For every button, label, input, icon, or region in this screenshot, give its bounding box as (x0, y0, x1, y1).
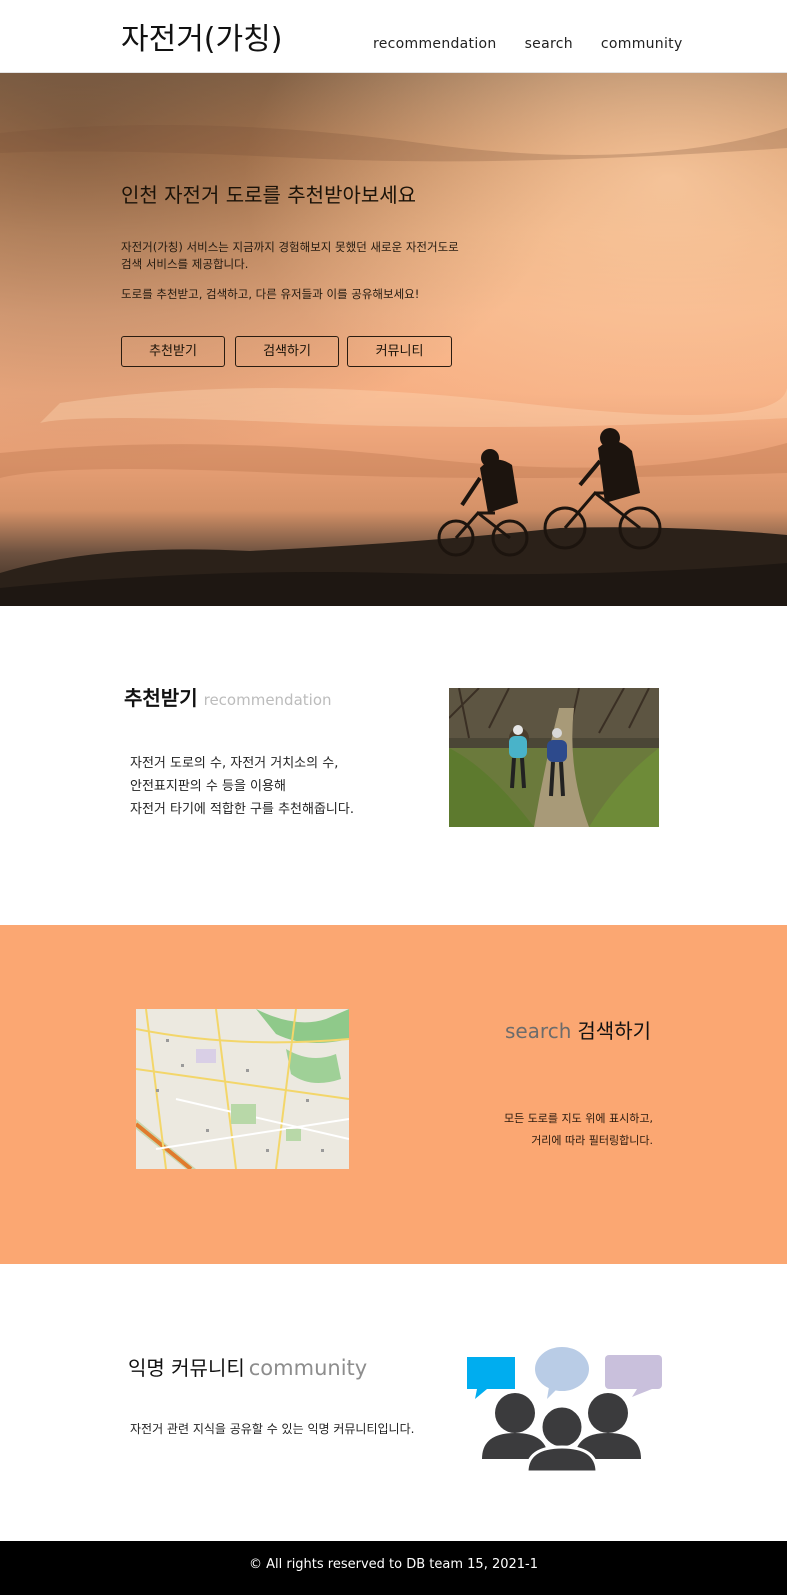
nav-recommendation[interactable]: recommendation (373, 36, 497, 52)
recommendation-line: 안전표지판의 수 등을 이용해 (130, 779, 286, 794)
header: 자전거(가칭) recommendation search community (0, 0, 787, 73)
search-line: 거리에 따라 필터링합니다. (531, 1134, 653, 1147)
cyclists-forest-photo (449, 688, 659, 827)
search-button[interactable]: 검색하기 (235, 336, 339, 367)
top-nav: recommendation search community (373, 36, 711, 52)
footer: © All rights reserved to DB team 15, 202… (0, 1541, 787, 1595)
community-people-icon (467, 1347, 662, 1472)
community-button[interactable]: 커뮤니티 (347, 336, 452, 367)
nav-search[interactable]: search (525, 36, 573, 52)
site-logo[interactable]: 자전거(가칭) (121, 14, 282, 58)
recommendation-title: 추천받기 (124, 686, 198, 710)
recommendation-line: 자전거 도로의 수, 자전거 거치소의 수, (130, 756, 339, 771)
community-heading: 익명 커뮤니티 community (128, 1352, 367, 1381)
map-image (136, 1009, 349, 1169)
search-description: 모든 도로를 지도 위에 표시하고, 거리에 따라 필터링합니다. (504, 1108, 653, 1152)
search-line: 모든 도로를 지도 위에 표시하고, (503, 1112, 653, 1125)
search-title: 검색하기 (577, 1019, 651, 1043)
search-heading: search 검색하기 (505, 1015, 651, 1044)
hero-description-2: 도로를 추천받고, 검색하고, 다른 유저들과 이를 공유해보세요! (121, 287, 420, 301)
page: 자전거(가칭) recommendation search community (0, 0, 787, 1595)
recommendation-line: 자전거 타기에 적합한 구를 추천해줍니다. (130, 802, 354, 817)
search-section: search 검색하기 모든 도로를 지도 위에 표시하고, 거리에 따라 필터링… (0, 925, 787, 1264)
recommendation-description: 자전거 도로의 수, 자전거 거치소의 수, 안전표지판의 수 등을 이용해 자… (130, 752, 354, 821)
recommendation-subtitle: recommendation (203, 691, 332, 709)
recommendation-heading: 추천받기 recommendation (124, 682, 332, 711)
community-description: 자전거 관련 지식을 공유할 수 있는 익명 커뮤니티입니다. (130, 1422, 415, 1436)
hero-title: 인천 자전거 도로를 추천받아보세요 (121, 183, 417, 207)
hero-description: 자전거(가칭) 서비스는 지금까지 경험해보지 못했던 새로운 자전거도로 검색… (121, 240, 459, 271)
community-subtitle: community (248, 1356, 368, 1380)
hero-section: 인천 자전거 도로를 추천받아보세요 자전거(가칭) 서비스는 지금까지 경험해… (0, 73, 787, 606)
recommend-button[interactable]: 추천받기 (121, 336, 225, 367)
nav-community[interactable]: community (601, 36, 683, 52)
community-title: 익명 커뮤니티 (128, 1356, 245, 1380)
search-subtitle: search (504, 1019, 572, 1043)
